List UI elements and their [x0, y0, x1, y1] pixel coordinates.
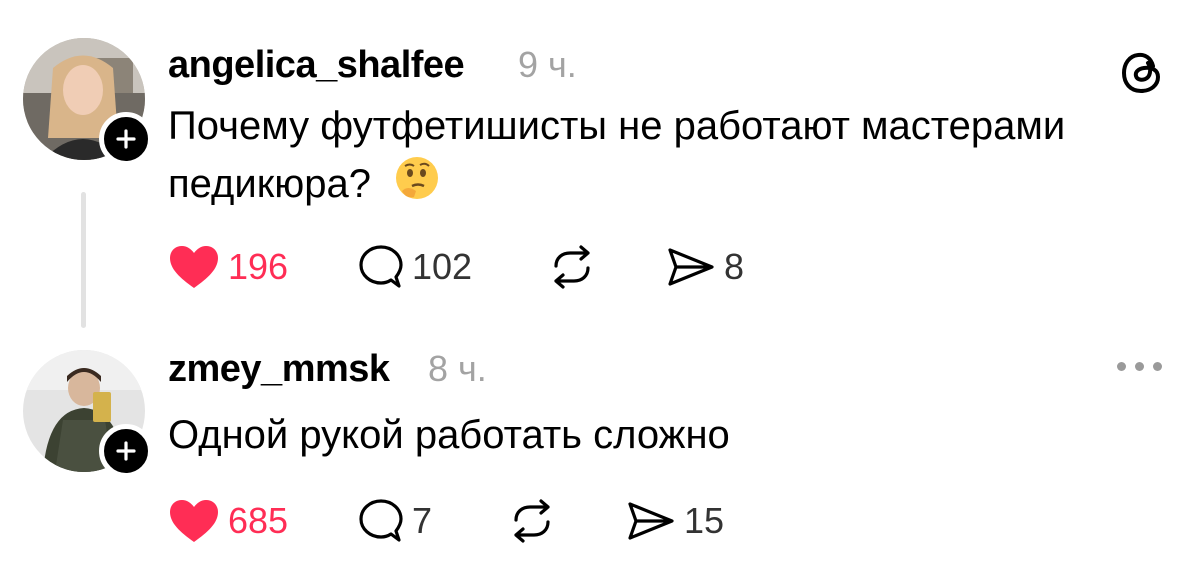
- like-button[interactable]: 685: [168, 498, 358, 544]
- post-time: 8 ч.: [428, 348, 487, 389]
- comment-icon: [359, 245, 403, 288]
- avatar[interactable]: [23, 350, 153, 478]
- heart-icon: [170, 500, 218, 542]
- comment-button[interactable]: 7: [358, 498, 508, 544]
- comment-button[interactable]: 102: [358, 244, 548, 290]
- like-button[interactable]: 196: [168, 244, 358, 290]
- follow-button[interactable]: [99, 112, 153, 166]
- share-icon: [628, 502, 674, 540]
- share-button[interactable]: 8: [666, 245, 744, 289]
- heart-icon: [170, 246, 218, 288]
- follow-button[interactable]: [99, 424, 153, 478]
- post-time: 9 ч.: [518, 44, 577, 85]
- comment-count: 102: [412, 246, 473, 287]
- repost-button[interactable]: [548, 244, 666, 290]
- repost-icon: [514, 499, 550, 543]
- plus-icon: [116, 441, 136, 461]
- repost-icon: [554, 245, 590, 289]
- username[interactable]: zmey_mmsk: [168, 348, 390, 391]
- share-count: 8: [724, 246, 745, 287]
- post-actions: 196 102 8: [168, 244, 744, 290]
- share-icon: [668, 248, 714, 286]
- thinking-face-icon: [394, 155, 440, 217]
- like-count: 685: [228, 500, 289, 541]
- repost-button[interactable]: [508, 498, 626, 544]
- more-icon[interactable]: [1117, 362, 1162, 371]
- post-text: Почему футфетишисты не работают мастерам…: [168, 97, 1168, 217]
- share-button[interactable]: 15: [626, 499, 724, 543]
- like-count: 196: [228, 246, 289, 287]
- share-count: 15: [684, 500, 725, 541]
- comment-count: 7: [412, 500, 433, 541]
- comment-icon: [359, 499, 403, 542]
- plus-icon: [116, 129, 136, 149]
- thread-connector-line: [81, 192, 86, 328]
- post-text-content: Почему футфетишисты не работают мастерам…: [168, 104, 1066, 206]
- username[interactable]: angelica_shalfee: [168, 44, 465, 87]
- post-text: Одной рукой работать сложно: [168, 413, 730, 457]
- avatar[interactable]: [23, 38, 153, 166]
- threads-logo-icon[interactable]: [1120, 48, 1164, 101]
- post-actions: 685 7 15: [168, 498, 724, 544]
